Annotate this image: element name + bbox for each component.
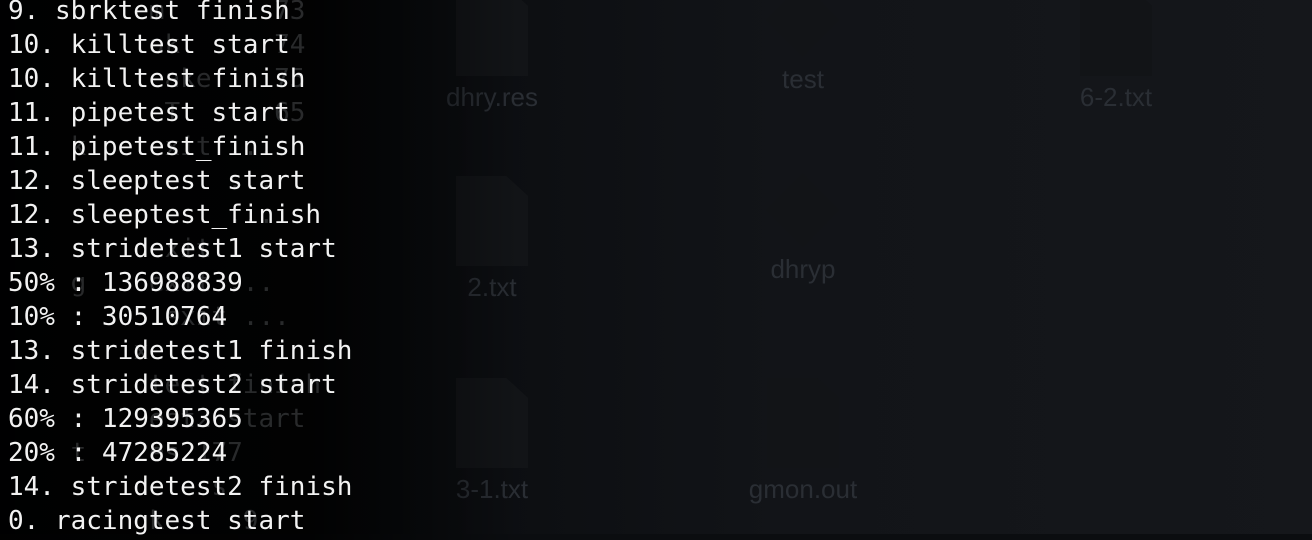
terminal-line: 10. killtest finish <box>8 64 306 94</box>
terminal-line: 14. stridetest2 start <box>8 370 337 400</box>
desktop-file-test[interactable]: test <box>758 0 848 95</box>
file-label: test <box>782 64 824 94</box>
terminal-line: 50% : 136988839 <box>8 268 243 298</box>
desktop-file-6-2-txt[interactable]: 6-2.txt <box>1071 0 1161 113</box>
terminal-line: 0. racingtest start <box>8 506 306 536</box>
terminal-line: 11. pipetest_finish <box>8 132 306 162</box>
terminal-output: 9. sbrktest finish 10. killtest start 10. … <box>0 0 352 538</box>
file-label: 6-2.txt <box>1079 82 1153 112</box>
terminal-window[interactable]: m 73 ak 74 ake 75 T 65 k exit ... t ... … <box>0 0 520 540</box>
terminal-line: 9. sbrktest finish <box>8 0 290 26</box>
file-label: dhryp <box>770 254 836 284</box>
terminal-line: 10. killtest start <box>8 30 290 60</box>
document-icon <box>1080 0 1152 76</box>
terminal-line: 20% : 47285224 <box>8 438 228 468</box>
terminal-line: 11. pipetest start <box>8 98 290 128</box>
executable-icon <box>766 0 840 57</box>
document-icon <box>767 378 839 468</box>
terminal-line: 14. stridetest2 finish <box>8 472 353 502</box>
terminal-line: 13. stridetest1 finish <box>8 336 353 366</box>
terminal-line: 60% : 129395365 <box>8 404 243 434</box>
terminal-line: 10% : 30510764 <box>8 302 228 332</box>
terminal-line: 12. sleeptest start <box>8 166 306 196</box>
file-label: gmon.out <box>748 474 858 504</box>
desktop-file-dhryp[interactable]: dhryp <box>758 173 848 285</box>
terminal-line: 13. stridetest1 start <box>8 234 337 264</box>
terminal-line: 12. sleeptest_finish <box>8 200 322 230</box>
desktop-file-gmon-out[interactable]: gmon.out <box>749 378 857 505</box>
executable-icon <box>766 173 840 247</box>
